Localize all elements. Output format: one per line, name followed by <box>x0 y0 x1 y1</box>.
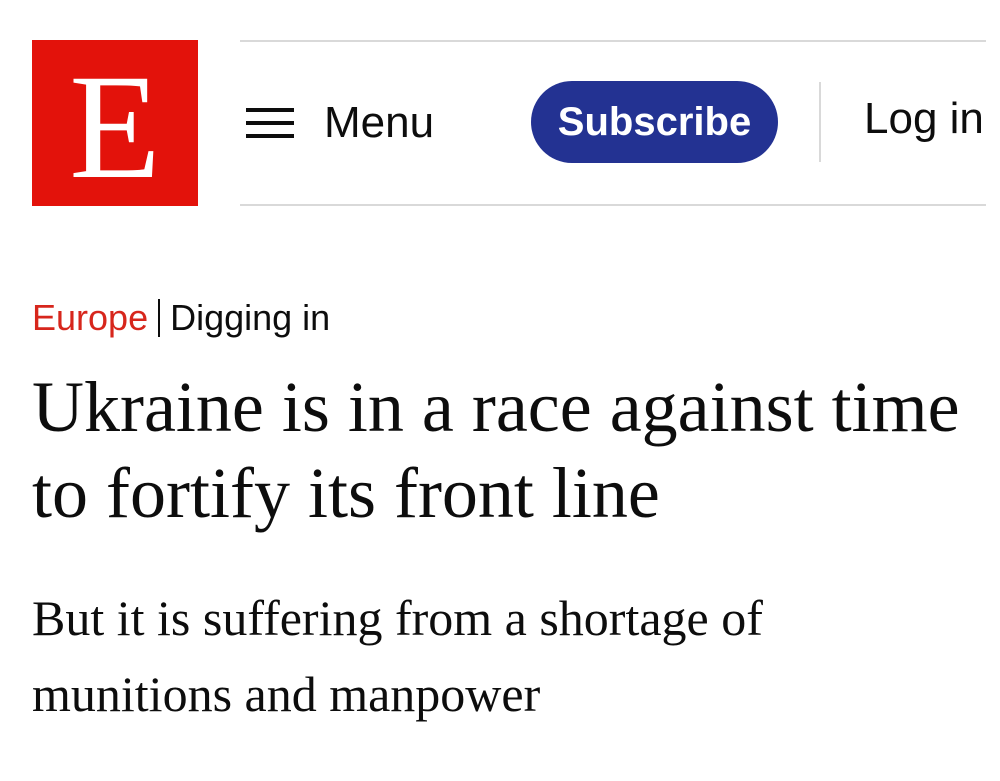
menu-label: Menu <box>324 98 435 147</box>
article-headline: Ukraine is in a race against time to for… <box>32 367 960 533</box>
article-rubric: Europe Digging in <box>32 297 330 339</box>
login-link[interactable]: Log in <box>864 94 984 144</box>
menu-button[interactable]: Menu <box>246 96 434 150</box>
economist-logo[interactable]: E <box>32 40 198 206</box>
nav-vertical-divider <box>819 82 821 162</box>
nav-top-divider <box>240 40 986 42</box>
rubric-label: Digging in <box>170 297 331 338</box>
logo-letter: E <box>69 44 161 210</box>
hamburger-icon <box>246 108 294 138</box>
section-link[interactable]: Europe <box>32 297 148 339</box>
subscribe-button[interactable]: Subscribe <box>531 81 778 163</box>
rubric-separator <box>158 299 161 337</box>
article-subheadline: But it is suffering from a shortage of m… <box>32 590 763 722</box>
nav-bottom-divider <box>240 204 986 206</box>
